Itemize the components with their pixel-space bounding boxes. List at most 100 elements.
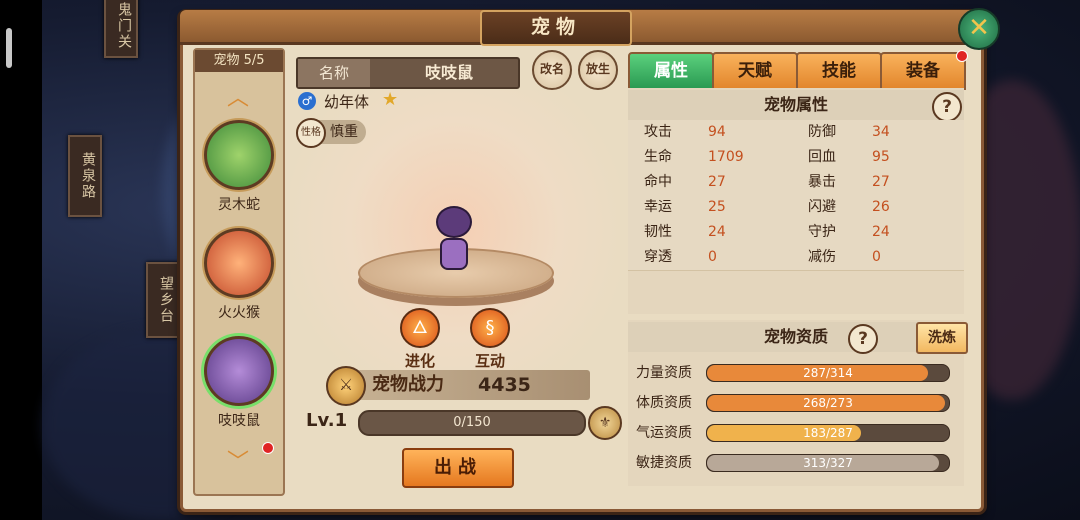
sign-homesick-terrace[interactable]: 望乡台 (146, 262, 180, 338)
tab-attributes[interactable]: 属性 (628, 52, 714, 90)
attribute-value: 24 (708, 224, 726, 240)
growth-stage: 幼年体 (324, 93, 370, 111)
name-label: 名称 (298, 59, 370, 87)
level-up-button[interactable]: ⚜ (588, 406, 622, 440)
attributes-title: 宠物属性 (628, 90, 964, 120)
attribute-name: 闪避 (808, 199, 836, 215)
pet-name: 吱吱鼠 (218, 413, 260, 429)
close-icon: ✕ (968, 13, 990, 43)
attribute-name: 幸运 (644, 199, 672, 215)
deploy-button[interactable]: 出战 (402, 448, 514, 488)
aptitude-progress-bar: 183/287 (706, 424, 950, 442)
attribute-name: 生命 (644, 149, 672, 165)
attributes-help-button[interactable]: ? (932, 92, 962, 122)
aptitude-progress-bar: 287/314 (706, 364, 950, 382)
male-gender-icon: ♂ (298, 92, 316, 110)
exp-bar: 0/150 (358, 410, 586, 436)
pet-avatar-snake (204, 120, 274, 190)
attribute-row: 生命 1709 回血 95 (628, 145, 964, 171)
aptitude-title: 宠物资质 (628, 322, 964, 352)
pet-list-item[interactable]: 火火猴 (203, 228, 275, 322)
upgrade-icon: ⚜ (598, 415, 612, 431)
attribute-name: 暴击 (808, 174, 836, 190)
attribute-value: 27 (708, 174, 726, 190)
pet-avatar-monkey (204, 228, 274, 298)
interact-button[interactable]: § 互动 (468, 308, 512, 371)
tab-talent[interactable]: 天赋 (712, 52, 798, 90)
aptitude-value: 313/327 (803, 456, 853, 470)
scroll-up-arrow-icon[interactable]: ︿ (223, 88, 253, 110)
flame-icon: 🜂 (400, 308, 440, 348)
level-label: Lv.1 (306, 410, 348, 431)
attribute-value: 24 (872, 224, 890, 240)
tab-skills[interactable]: 技能 (796, 52, 882, 90)
aptitude-row: 体质资质 268/273 (636, 392, 956, 414)
pet-name-value: 吱吱鼠 (424, 63, 473, 82)
interact-label: 互动 (474, 352, 505, 370)
attribute-row: 韧性 24 守护 24 (628, 220, 964, 246)
attribute-name: 守护 (808, 224, 836, 240)
pet-avatar-mouse (204, 336, 274, 406)
star-icon: ★ (382, 89, 399, 110)
pet-list-item[interactable]: 灵木蛇 (203, 120, 275, 214)
wash-button[interactable]: 洗炼 (916, 322, 968, 354)
pet-name: 灵木蛇 (218, 197, 260, 213)
aptitude-row: 力量资质 287/314 (636, 362, 956, 384)
attribute-value: 26 (872, 199, 890, 215)
attribute-name: 防御 (808, 124, 836, 140)
aptitude-value: 287/314 (803, 366, 853, 380)
attribute-value: 27 (872, 174, 890, 190)
pet-name: 火火猴 (218, 305, 260, 321)
aptitude-value: 183/287 (803, 426, 853, 440)
sign-ghost-gate[interactable]: 鬼门关 (104, 0, 138, 58)
tab-equipment[interactable]: 装备 (880, 52, 966, 90)
attribute-value: 25 (708, 199, 726, 215)
pet-list-item-selected[interactable]: 吱吱鼠 (203, 336, 275, 430)
attribute-value: 94 (708, 124, 726, 140)
attribute-row: 穿透 0 减伤 0 (628, 245, 964, 271)
system-scroll-indicator (6, 28, 12, 68)
attribute-row: 命中 27 暴击 27 (628, 170, 964, 196)
attribute-name: 穿透 (644, 249, 672, 265)
scroll-down-arrow-icon[interactable]: ﹀ (223, 452, 253, 474)
attribute-value: 95 (872, 149, 890, 165)
close-button[interactable]: ✕ (958, 8, 1000, 50)
aptitude-name: 体质资质 (636, 395, 692, 411)
aptitude-name: 气运资质 (636, 425, 692, 441)
pet-list: 宠物 5/5 ︿ 灵木蛇 火火猴 吱吱鼠 ﹀ (193, 48, 285, 496)
attribute-value: 34 (872, 124, 890, 140)
attribute-name: 命中 (644, 174, 672, 190)
notification-dot (262, 442, 274, 454)
aptitude-help-button[interactable]: ? (848, 324, 878, 354)
aptitude-progress-bar: 268/273 (706, 394, 950, 412)
sword-icon: ⚔ (326, 366, 366, 406)
aptitude-row: 敏捷资质 313/327 (636, 452, 956, 474)
attribute-value: 0 (708, 249, 717, 265)
attribute-name: 攻击 (644, 124, 672, 140)
attribute-value: 0 (872, 249, 881, 265)
attribute-row: 幸运 25 闪避 26 (628, 195, 964, 221)
combat-power-value: 4435 (478, 374, 531, 396)
swirl-icon: § (470, 308, 510, 348)
pet-sprite-mouse[interactable] (434, 206, 474, 270)
aptitude-name: 力量资质 (636, 365, 692, 381)
aptitude-value: 268/273 (803, 396, 853, 410)
evolve-label: 进化 (404, 352, 435, 370)
pet-name-bar: 名称 吱吱鼠 (296, 57, 520, 89)
attribute-name: 韧性 (644, 224, 672, 240)
release-button[interactable]: 放生 (578, 50, 618, 90)
attribute-name: 回血 (808, 149, 836, 165)
aptitude-row: 气运资质 183/287 (636, 422, 956, 444)
personality-badge: 性格 慎重 (296, 118, 366, 148)
panel-title: 宠物 (480, 10, 632, 46)
attribute-name: 减伤 (808, 249, 836, 265)
evolve-button[interactable]: 🜂 进化 (398, 308, 442, 371)
rename-button[interactable]: 改名 (532, 50, 572, 90)
pet-list-header: 宠物 5/5 (195, 50, 283, 72)
sign-yellow-spring[interactable]: 黄泉路 (68, 135, 102, 217)
notification-dot (956, 50, 968, 62)
combat-power-bar: ⚔ 宠物战力 4435 (326, 366, 590, 406)
combat-power-label: 宠物战力 (372, 374, 444, 395)
personality-icon: 性格 (296, 118, 326, 148)
personality-value: 慎重 (330, 124, 358, 140)
